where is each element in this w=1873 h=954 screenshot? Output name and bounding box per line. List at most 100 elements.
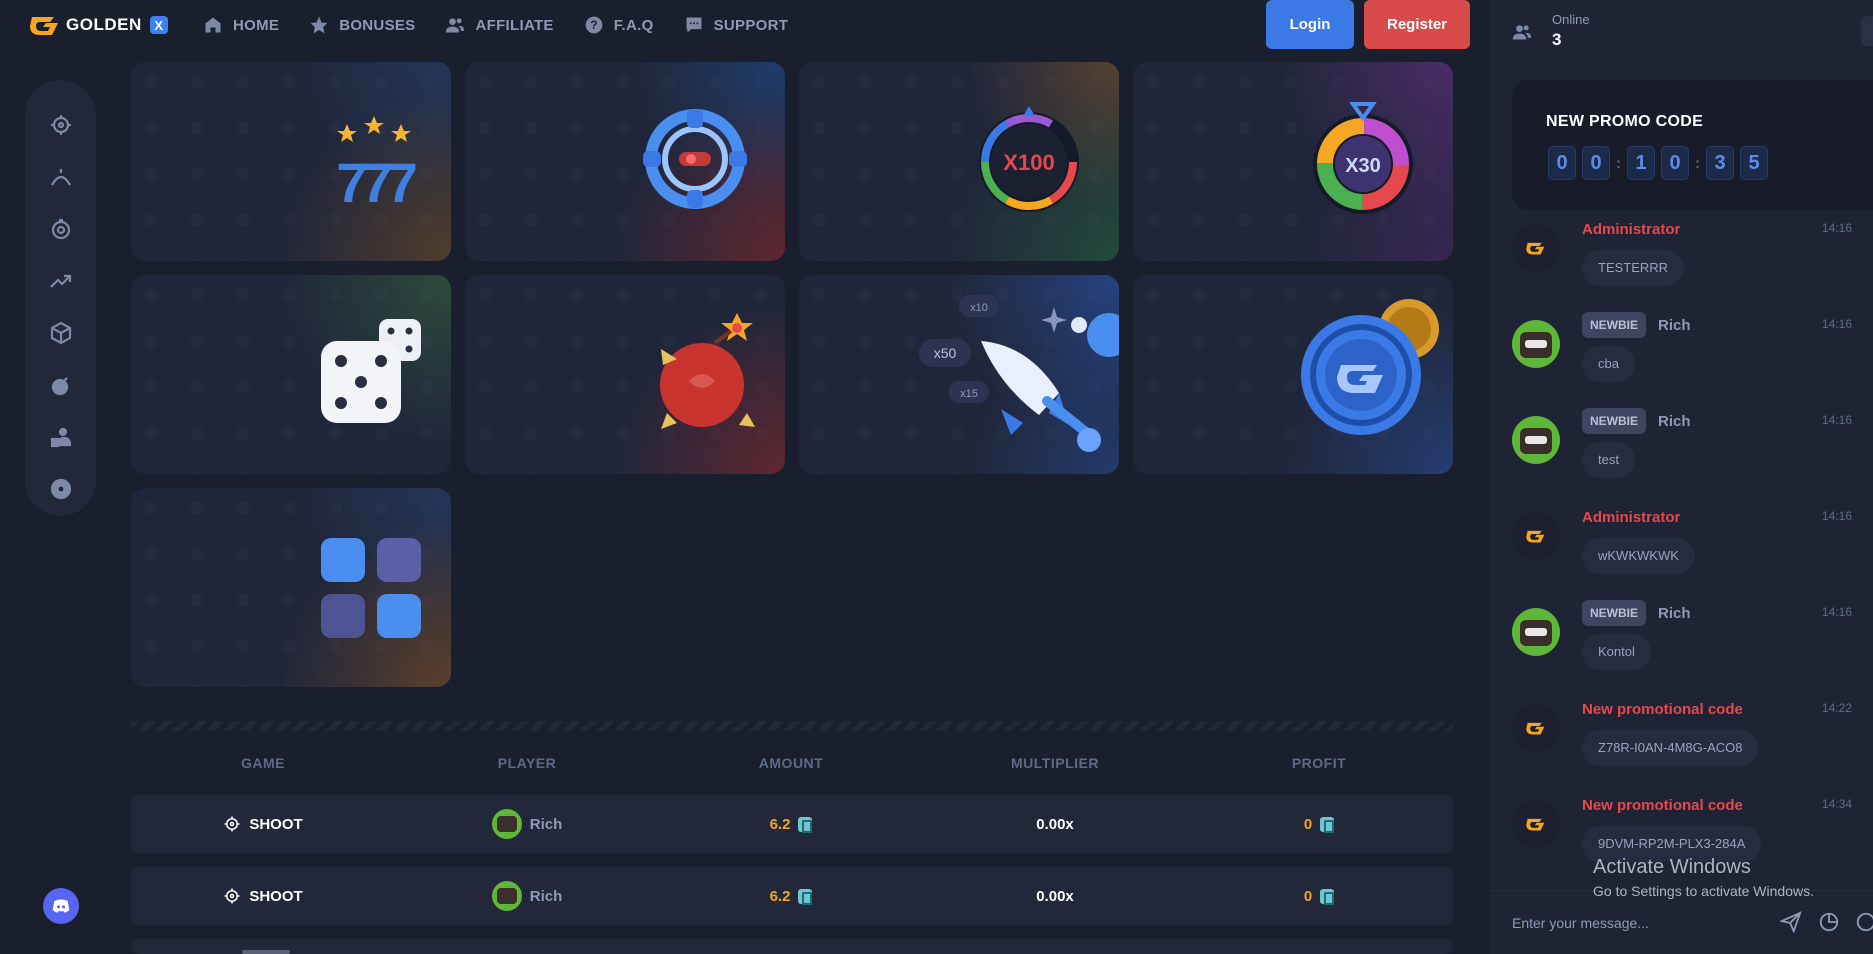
message-time: 14:16 <box>1821 413 1852 427</box>
svg-text:x15: x15 <box>960 388 978 400</box>
countdown-digit: 0 <box>1661 146 1689 180</box>
countdown-digit: 0 <box>1548 146 1576 180</box>
nav-home-label: HOME <box>233 16 280 34</box>
table-row <box>131 939 1453 954</box>
send-icon[interactable] <box>1780 911 1802 933</box>
question-icon: ? <box>585 16 603 34</box>
col-game: GAME <box>241 755 285 771</box>
logo-icon <box>1526 242 1545 255</box>
logo-icon <box>30 17 58 35</box>
coin-art <box>1299 297 1439 437</box>
panel-toggle[interactable] <box>1861 16 1873 46</box>
logo[interactable]: GOLDEN X <box>28 13 168 37</box>
game-tile-slots[interactable]: 777 <box>131 62 451 261</box>
section-divider <box>131 721 1453 731</box>
svg-text:777: 777 <box>336 151 415 212</box>
bomb-icon[interactable] <box>48 372 74 398</box>
game-name: SHOOT <box>249 887 303 905</box>
game-tile-mines[interactable] <box>465 275 785 474</box>
nav-affiliate[interactable]: AFFILIATE <box>445 15 553 35</box>
col-profit: PROFIT <box>1291 755 1347 771</box>
col-amount: AMOUNT <box>758 755 824 771</box>
brand-name: GOLDEN <box>66 15 142 34</box>
horizontal-scrollbar[interactable] <box>242 950 290 954</box>
target-icon[interactable] <box>48 112 74 138</box>
clock-icon[interactable] <box>1818 911 1840 933</box>
avatar <box>1512 608 1560 656</box>
countdown-digit: 0 <box>1582 146 1610 180</box>
wheel-x30-art: X30 <box>1303 98 1423 222</box>
register-button[interactable]: Register <box>1364 0 1470 49</box>
user-cards-icon[interactable] <box>48 424 74 450</box>
game-tile-wheel-x30[interactable]: X30 <box>1133 62 1453 261</box>
message-text: Kontol <box>1582 634 1651 670</box>
svg-text:x10: x10 <box>970 302 988 314</box>
nav-support[interactable]: SUPPORT <box>684 15 789 35</box>
promo-code-card: NEW PROMO CODE 0 0 : 1 0 : 3 5 <box>1512 80 1873 210</box>
avatar <box>491 809 522 839</box>
game-name: SHOOT <box>249 815 303 833</box>
game-tile-crash[interactable]: x10 x50 x15 <box>799 275 1119 474</box>
game-tile-keno[interactable] <box>131 488 451 687</box>
online-label: Online <box>1552 12 1590 27</box>
currency-icon <box>1320 816 1335 833</box>
game-tile-coinflip[interactable] <box>1133 275 1453 474</box>
avatar <box>1512 800 1560 848</box>
nav-faq-label: F.A.Q <box>613 16 654 34</box>
bet-profit: 0 <box>1303 815 1313 833</box>
watermark-subtitle: Go to Settings to activate Windows. <box>1593 883 1814 899</box>
message-time: 14:22 <box>1821 701 1852 715</box>
chat-panel: Online 3 NEW PROMO CODE 0 0 : 1 0 : 3 5 … <box>1490 0 1873 954</box>
top-bar: GOLDEN X HOME BONUSES AFFILIATE ? F.A.Q … <box>0 0 1490 50</box>
smile-icon[interactable] <box>1855 911 1873 933</box>
message-text: TESTERRR <box>1582 250 1685 286</box>
wheel-icon[interactable] <box>48 216 74 242</box>
message-author: Administrator <box>1582 508 1681 526</box>
chat-message-input[interactable] <box>1512 911 1762 935</box>
discord-button[interactable] <box>43 888 79 924</box>
game-tile-shoot[interactable] <box>465 62 785 261</box>
bomb-art <box>655 303 765 443</box>
svg-text:?: ? <box>590 19 597 32</box>
currency-icon <box>798 816 813 833</box>
bet-profit: 0 <box>1303 887 1313 905</box>
game-tile-dice[interactable] <box>131 275 451 474</box>
player-name[interactable]: Rich <box>530 816 563 833</box>
watermark-title: Activate Windows <box>1593 856 1751 878</box>
message-time: 14:16 <box>1821 605 1852 619</box>
player-name[interactable]: Rich <box>530 888 563 905</box>
svg-text:x50: x50 <box>934 345 957 361</box>
nav-support-label: SUPPORT <box>713 16 789 34</box>
target-icon <box>224 888 240 904</box>
nav-bonuses[interactable]: BONUSES <box>309 15 415 35</box>
os-activation-watermark: Activate Windows Go to Settings to activ… <box>1593 856 1814 899</box>
online-count: 3 <box>1552 30 1562 49</box>
countdown-digit: 1 <box>1627 146 1655 180</box>
rocket-art: x10 x50 x15 <box>919 285 1119 465</box>
message-author[interactable]: Rich <box>1658 413 1691 430</box>
message-author[interactable]: Rich <box>1658 317 1691 334</box>
trend-icon[interactable] <box>48 268 74 294</box>
brand-badge: X <box>149 16 168 34</box>
game-tile-wheel-x100[interactable]: X100 <box>799 62 1119 261</box>
promo-code-text[interactable]: Z78R-I0AN-4M8G-ACO8 <box>1582 730 1759 766</box>
nav-bonuses-label: BONUSES <box>339 16 416 34</box>
login-button[interactable]: Login <box>1266 0 1354 49</box>
table-row: SHOOT Rich 6.2 0.00x 0 <box>131 795 1453 853</box>
svg-text:X100: X100 <box>1003 150 1054 175</box>
message-author: Administrator <box>1582 220 1681 238</box>
col-player: PLAYER <box>497 755 557 771</box>
nav-faq[interactable]: ? F.A.Q <box>584 15 654 35</box>
main-nav: HOME BONUSES AFFILIATE ? F.A.Q SUPPORT <box>203 0 788 50</box>
cube-icon[interactable] <box>48 320 74 346</box>
users-icon <box>446 18 465 33</box>
nav-home[interactable]: HOME <box>203 15 279 35</box>
message-author[interactable]: Rich <box>1658 605 1691 622</box>
avatar <box>491 881 522 911</box>
crash-icon[interactable] <box>48 164 74 190</box>
bet-multiplier: 0.00x <box>1036 887 1074 905</box>
table-row: SHOOT Rich 6.2 0.00x 0 <box>131 867 1453 925</box>
countdown-digit: 5 <box>1740 146 1768 180</box>
ball-icon[interactable] <box>48 476 74 502</box>
game-sidebar <box>25 80 96 516</box>
